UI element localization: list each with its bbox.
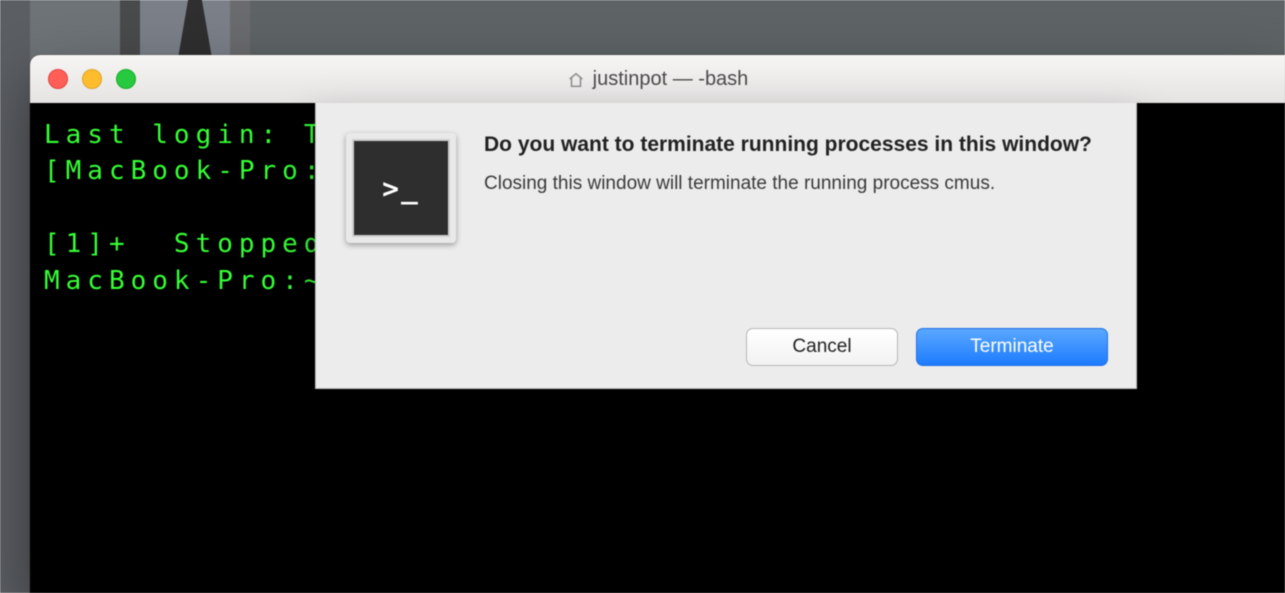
desktop-background: justinpot — -bash Last login: Tue [MacBo… (0, 0, 1285, 593)
term-line: [1]+ Stopped (44, 229, 326, 259)
terminal-window: justinpot — -bash Last login: Tue [MacBo… (30, 55, 1285, 593)
cancel-button[interactable]: Cancel (746, 328, 898, 366)
window-title: justinpot — -bash (30, 68, 1285, 91)
traffic-lights (48, 69, 136, 89)
window-titlebar[interactable]: justinpot — -bash (30, 55, 1285, 104)
cancel-button-label: Cancel (792, 336, 851, 358)
minimize-icon[interactable] (82, 69, 102, 89)
terminal-app-icon: >_ (346, 133, 456, 243)
terminate-button-label: Terminate (970, 336, 1053, 358)
home-icon (567, 71, 585, 89)
window-title-text: justinpot — -bash (593, 68, 749, 91)
terminal-prompt-icon: >_ (382, 172, 420, 205)
terminate-button[interactable]: Terminate (916, 328, 1108, 366)
dialog-button-row: Cancel Terminate (746, 328, 1108, 366)
close-icon[interactable] (48, 69, 68, 89)
dialog-body: Closing this window will terminate the r… (484, 171, 1106, 197)
dialog-heading: Do you want to terminate running process… (484, 133, 1106, 157)
zoom-icon[interactable] (116, 69, 136, 89)
confirm-close-dialog: >_ Do you want to terminate running proc… (315, 103, 1137, 389)
